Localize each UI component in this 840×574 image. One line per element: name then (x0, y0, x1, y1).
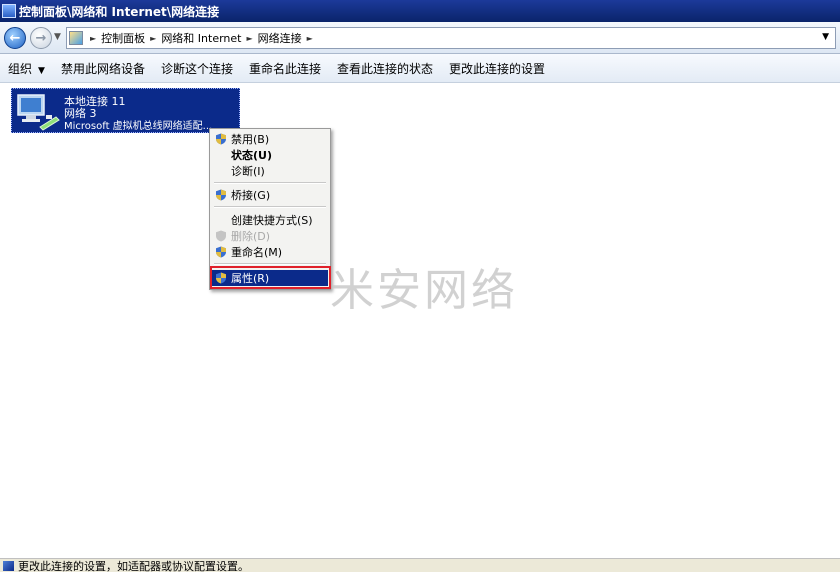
menu-separator (214, 182, 326, 184)
menu-item-disable[interactable]: 禁用(B) (212, 131, 328, 147)
breadcrumb-chevron-icon[interactable]: ► (150, 34, 156, 43)
breadcrumb-network-internet[interactable]: 网络和 Internet (161, 30, 241, 46)
connection-item-local-11[interactable]: 本地连接 11 网络 3 Microsoft 虚拟机总线网络适配... (11, 88, 240, 133)
menu-item-create-shortcut[interactable]: 创建快捷方式(S) (212, 212, 328, 228)
rename-connection-button[interactable]: 重命名此连接 (241, 60, 329, 77)
menu-item-label: 诊断(I) (231, 165, 265, 178)
menu-item-rename[interactable]: 重命名(M) (212, 244, 328, 260)
view-status-button[interactable]: 查看此连接的状态 (329, 60, 441, 77)
watermark: 米安网络 (330, 265, 518, 316)
uac-shield-icon (216, 230, 226, 242)
disable-device-button[interactable]: 禁用此网络设备 (53, 60, 153, 77)
control-panel-icon (69, 31, 83, 45)
network-folder-icon (2, 4, 16, 18)
menu-item-label: 状态(U) (231, 149, 272, 162)
menu-item-delete[interactable]: 删除(D) (212, 228, 328, 244)
diagnose-connection-button[interactable]: 诊断这个连接 (153, 60, 241, 77)
uac-shield-icon (216, 133, 226, 145)
breadcrumb-chevron-icon[interactable]: ► (90, 34, 96, 43)
menu-item-label: 禁用(B) (231, 133, 270, 146)
breadcrumb-network-connections[interactable]: 网络连接 (258, 30, 302, 46)
menu-item-label: 创建快捷方式(S) (231, 214, 313, 227)
highlight-annotation-box (210, 266, 331, 289)
menu-item-label: 桥接(G) (231, 189, 271, 202)
address-bar: ← → ▼ ► 控制面板 ► 网络和 Internet ► 网络连接 ► ▼ (0, 22, 840, 54)
connection-adapter: Microsoft 虚拟机总线网络适配... (64, 121, 213, 132)
status-bar: 更改此连接的设置，如适配器或协议配置设置。 (0, 558, 840, 573)
window-title: 控制面板\网络和 Internet\网络连接 (19, 4, 220, 19)
uac-shield-icon (216, 189, 226, 201)
history-dropdown-icon[interactable]: ▼ (54, 32, 61, 42)
menu-item-label: 重命名(M) (231, 246, 283, 259)
status-text: 更改此连接的设置，如适配器或协议配置设置。 (18, 559, 249, 573)
organize-label: 组织 (8, 61, 33, 76)
network-status-icon (3, 560, 14, 571)
menu-item-status[interactable]: 状态(U) (212, 147, 328, 163)
chevron-down-icon: ▼ (38, 65, 45, 76)
network-adapter-icon (17, 94, 60, 131)
window-title-bar: 控制面板\网络和 Internet\网络连接 (0, 0, 840, 22)
menu-item-bridge[interactable]: 桥接(G) (212, 187, 328, 203)
uac-shield-icon (216, 246, 226, 258)
address-input[interactable]: ► 控制面板 ► 网络和 Internet ► 网络连接 ► ▼ (66, 27, 836, 49)
menu-separator (214, 263, 326, 265)
back-arrow-icon[interactable]: ← (4, 27, 26, 49)
forward-arrow-icon[interactable]: → (30, 27, 52, 49)
organize-button[interactable]: 组织 ▼ (0, 60, 53, 77)
breadcrumb-chevron-icon[interactable]: ► (247, 34, 253, 43)
menu-item-diagnose[interactable]: 诊断(I) (212, 163, 328, 179)
command-toolbar: 组织 ▼ 禁用此网络设备 诊断这个连接 重命名此连接 查看此连接的状态 更改此连接… (0, 54, 840, 83)
menu-item-label: 删除(D) (231, 230, 271, 243)
breadcrumb-control-panel[interactable]: 控制面板 (101, 30, 145, 46)
change-settings-button[interactable]: 更改此连接的设置 (441, 60, 553, 77)
address-dropdown-icon[interactable]: ▼ (822, 32, 829, 42)
menu-separator (214, 206, 326, 208)
breadcrumb-chevron-icon[interactable]: ► (307, 34, 313, 43)
